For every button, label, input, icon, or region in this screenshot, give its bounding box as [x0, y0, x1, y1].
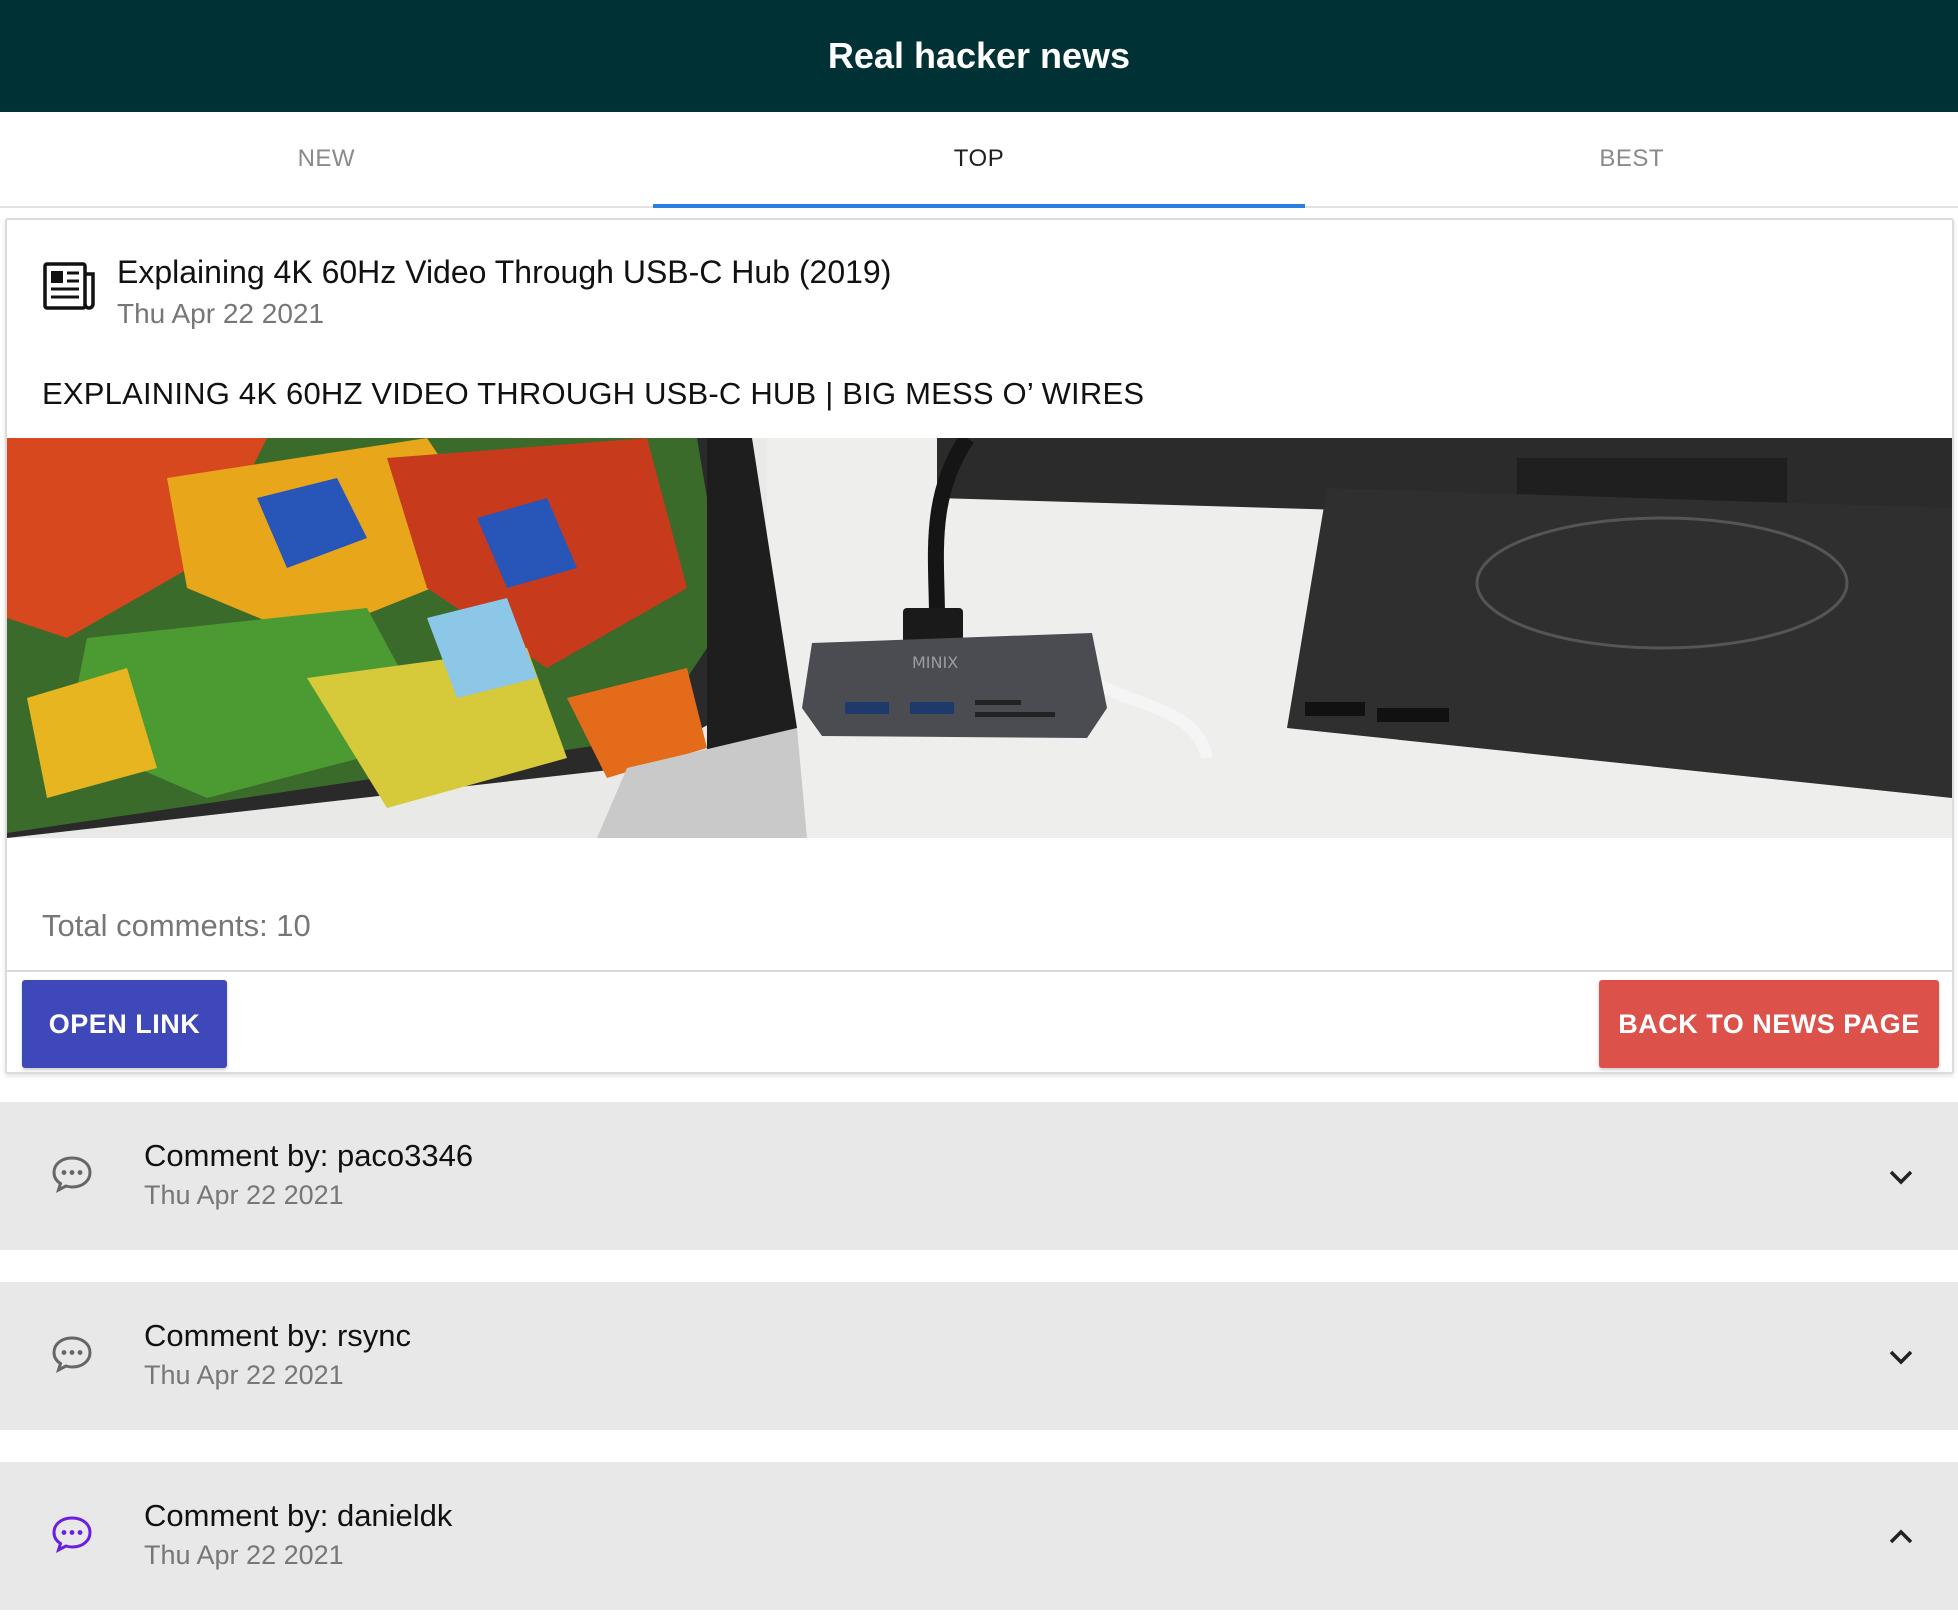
app-bar: Real hacker news: [0, 0, 1958, 112]
hub-logo: MINIX: [912, 653, 958, 672]
comment-icon: [52, 1336, 92, 1374]
comment-date: Thu Apr 22 2021: [144, 1180, 344, 1210]
comment-item[interactable]: Comment by: danieldk Thu Apr 22 2021: [0, 1462, 1958, 1610]
comment-author: Comment by: paco3346: [144, 1138, 474, 1173]
open-link-button[interactable]: OPEN LINK: [22, 980, 227, 1068]
comment-date: Thu Apr 22 2021: [144, 1540, 344, 1570]
chevron-down-icon[interactable]: [1886, 1342, 1916, 1372]
total-comments: Total comments: 10: [42, 908, 311, 943]
usb-c-hub-photo: MINIX: [7, 438, 1952, 838]
story-card: Explaining 4K 60Hz Video Through USB-C H…: [5, 218, 1954, 1074]
link-preview-title: EXPLAINING 4K 60HZ VIDEO THROUGH USB-C H…: [42, 376, 1145, 411]
card-divider: [7, 970, 1952, 972]
comment-author: Comment by: rsync: [144, 1318, 412, 1353]
comment-author: Comment by: danieldk: [144, 1498, 453, 1533]
app-title: Real hacker news: [827, 35, 1131, 76]
tab-new[interactable]: NEW: [0, 112, 653, 206]
comment-item[interactable]: Comment by: rsync Thu Apr 22 2021: [0, 1282, 1958, 1430]
chevron-up-icon[interactable]: [1886, 1522, 1916, 1552]
story-header: Explaining 4K 60Hz Video Through USB-C H…: [41, 250, 891, 332]
back-to-news-button[interactable]: BACK TO NEWS PAGE: [1599, 980, 1939, 1068]
story-date: Thu Apr 22 2021: [117, 298, 325, 329]
comment-item[interactable]: Comment by: paco3346 Thu Apr 22 2021: [0, 1102, 1958, 1250]
newspaper-icon: [43, 262, 95, 310]
tab-top[interactable]: TOP: [652, 112, 1306, 208]
tab-bar: NEW TOP BEST: [0, 112, 1958, 208]
comment-icon: [52, 1516, 92, 1554]
link-preview-image: MINIX: [7, 438, 1952, 838]
comment-icon: [52, 1156, 92, 1194]
chevron-down-icon[interactable]: [1886, 1162, 1916, 1192]
tab-best[interactable]: BEST: [1305, 112, 1958, 206]
story-title: Explaining 4K 60Hz Video Through USB-C H…: [117, 254, 892, 290]
comment-date: Thu Apr 22 2021: [144, 1360, 344, 1390]
